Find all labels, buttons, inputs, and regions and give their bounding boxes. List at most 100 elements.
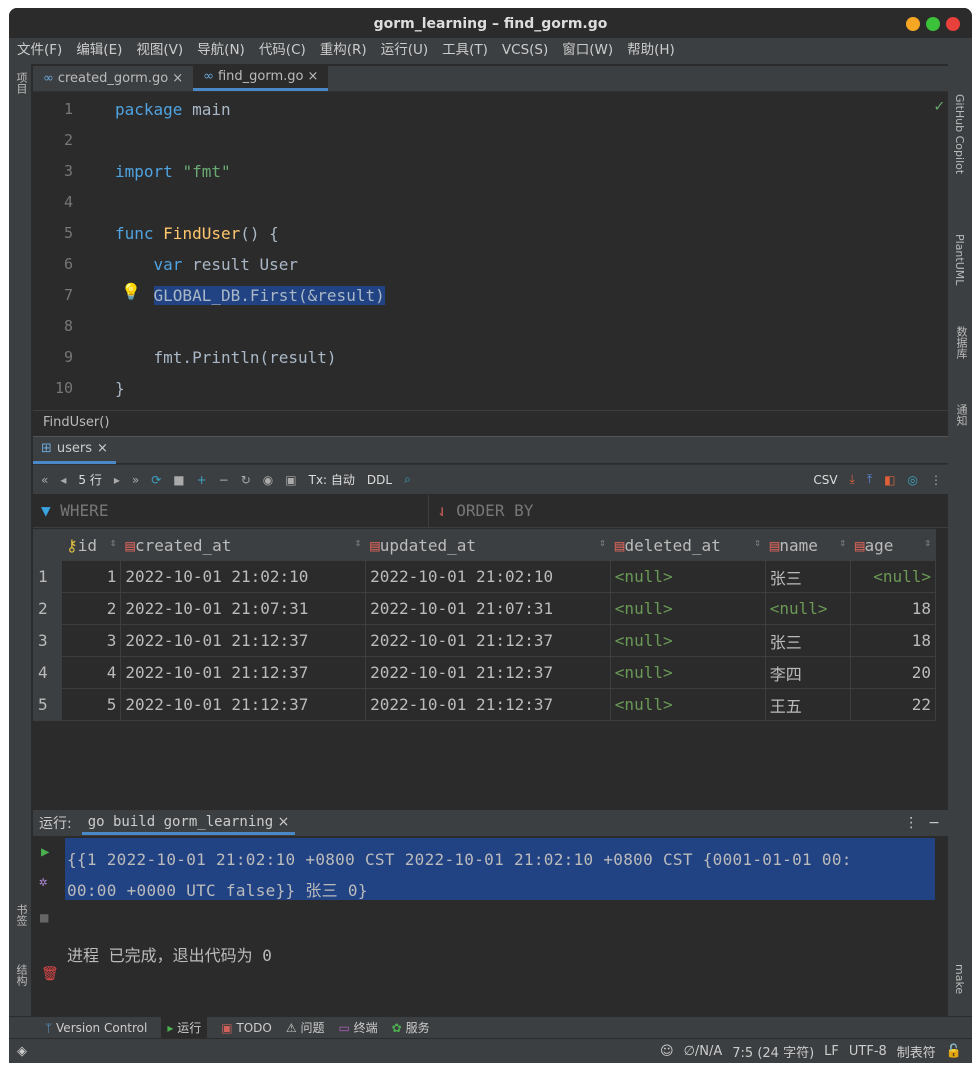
table-cell[interactable]: 2022-10-01 21:12:37 [120,688,367,721]
table-cell[interactable]: 张三 [764,624,851,657]
table-cell[interactable]: 18 [849,592,937,625]
table-row[interactable]: 1 1 2022-10-01 21:02:10 2022-10-01 21:02:10… [33,560,937,593]
table-cell[interactable]: 张三 [764,560,851,593]
row-number[interactable]: 5 [33,688,62,721]
sort-icon[interactable]: ⇕ [924,536,931,549]
tab-run-config[interactable]: go build gorm_learning × [81,812,296,835]
lock-icon[interactable]: 🔓 [946,1044,962,1059]
plantuml-tool-button[interactable]: PlantUML [953,234,966,285]
file-encoding[interactable]: UTF-8 [849,1044,887,1059]
table-cell[interactable]: 22 [849,688,937,721]
table-cell[interactable]: 3 [60,624,122,657]
indent-setting[interactable]: 制表符 [897,1042,936,1061]
sort-icon[interactable]: ⇕ [839,536,846,549]
row-number[interactable]: 2 [33,592,62,625]
prev-page-icon[interactable]: ◂ [60,473,66,487]
sort-icon[interactable]: ⇕ [599,536,606,549]
view-icon[interactable]: ◉ [263,473,273,487]
bottom-tool-4[interactable]: ▭ 终端 [338,1019,377,1036]
table-cell[interactable]: 2022-10-01 21:12:37 [365,688,611,721]
table-cell[interactable]: 2022-10-01 21:12:37 [365,656,611,689]
table-row[interactable]: 3 3 2022-10-01 21:12:37 2022-10-01 21:12:37… [33,624,937,657]
table-cell[interactable]: 2022-10-01 21:02:10 [365,560,611,593]
table-cell[interactable]: <null> [764,592,851,625]
bottom-tool-1[interactable]: ▸ 运行 [161,1017,208,1038]
menu-item[interactable]: 帮助(H) [627,38,675,64]
menu-item[interactable]: 文件(F) [17,38,62,64]
menu-item[interactable]: 视图(V) [136,38,183,64]
save-icon[interactable]: ▣ [285,473,296,487]
bottom-tool-0[interactable]: ᛘ Version Control [45,1021,147,1035]
table-row[interactable]: 4 4 2022-10-01 21:12:37 2022-10-01 21:12:37… [33,656,937,689]
refresh-icon[interactable]: ⟳ [151,473,161,487]
stop-icon[interactable]: ■ [40,910,48,926]
table-cell[interactable]: 1 [60,560,122,593]
last-page-icon[interactable]: » [132,473,139,487]
result-grid[interactable]: ⚷id ⇕ ▤created_at ⇕ ▤updated_at ⇕ ▤deleted_at ⇕… [33,529,937,721]
table-cell[interactable]: 5 [60,688,122,721]
breadcrumb[interactable]: FindUser() [33,410,948,434]
column-header-name[interactable]: ▤name ⇕ [764,529,851,561]
order-by-filter[interactable]: ⇃ ORDER BY [429,495,541,527]
copilot-tool-button[interactable]: GitHub Copilot [953,94,966,174]
bookmarks-tool-button[interactable]: 书签 [13,904,29,926]
notifications-tool-button[interactable]: 通知 [953,404,969,426]
table-cell[interactable]: 王五 [764,688,851,721]
table-cell[interactable]: 20 [849,656,937,689]
table-cell[interactable]: 18 [849,624,937,657]
make-tool-button[interactable]: make [953,964,966,994]
table-cell[interactable]: 2022-10-01 21:12:37 [365,624,611,657]
revert-icon[interactable]: ↻ [241,473,251,487]
table-cell[interactable]: <null> [849,560,937,593]
hide-panel-icon[interactable]: − [928,815,940,831]
table-cell[interactable]: 2022-10-01 21:07:31 [365,592,611,625]
sort-icon[interactable]: ⇕ [354,536,361,549]
menu-item[interactable]: 重构(R) [320,38,367,64]
close-tab-icon[interactable]: × [172,66,183,92]
next-page-icon[interactable]: ▸ [114,473,120,487]
table-cell[interactable]: 4 [60,656,122,689]
table-cell[interactable]: <null> [609,656,766,689]
tab-created-gorm[interactable]: ∞ created_gorm.go × [33,66,193,91]
menu-item[interactable]: 工具(T) [442,38,488,64]
close-tab-icon[interactable]: × [307,64,318,90]
menu-item[interactable]: 运行(U) [381,38,428,64]
row-number[interactable]: 1 [33,560,62,593]
menu-item[interactable]: VCS(S) [502,38,548,64]
minimize-button[interactable] [906,17,920,31]
add-row-icon[interactable]: + [197,473,207,487]
row-number[interactable]: 3 [33,624,62,657]
tab-find-gorm[interactable]: ∞ find_gorm.go × [193,64,329,91]
settings-icon[interactable]: ✲ [39,874,47,890]
more-icon[interactable]: ⋮ [904,815,918,831]
search-icon[interactable]: ⌕ [404,472,411,487]
ddl-button[interactable]: DDL [367,473,392,487]
table-cell[interactable]: 2 [60,592,122,625]
more-icon[interactable]: ⋮ [930,473,942,487]
close-button[interactable] [946,17,960,31]
column-header-id[interactable]: ⚷id ⇕ [60,529,122,561]
column-header-created_at[interactable]: ▤created_at ⇕ [120,529,367,561]
copilot-status-icon[interactable]: ☺ [660,1044,674,1059]
table-cell[interactable]: 2022-10-01 21:07:31 [120,592,367,625]
rows-selector[interactable]: 5 行 [78,471,101,488]
layers-icon[interactable]: ◈ [17,1044,27,1059]
table-cell[interactable]: <null> [609,624,766,657]
eye-icon[interactable]: ◎ [908,473,918,487]
structure-tool-button[interactable]: 结构 [13,964,29,986]
rerun-icon[interactable]: ▶ [41,844,49,860]
stop-icon[interactable]: ■ [173,473,184,487]
code-editor[interactable]: ✓ 💡 1 package main 2 3 import "fmt" 4 5 func Fi… [33,92,944,410]
menu-item[interactable]: 代码(C) [259,38,306,64]
column-header-deleted_at[interactable]: ▤deleted_at ⇕ [609,529,766,561]
remove-row-icon[interactable]: − [219,473,229,487]
tab-users[interactable]: ⊞ users × [33,437,116,464]
table-cell[interactable]: <null> [609,688,766,721]
database-tool-button[interactable]: 数据库 [953,326,969,359]
table-cell[interactable]: 2022-10-01 21:02:10 [120,560,367,593]
table-cell[interactable]: <null> [609,560,766,593]
close-tab-icon[interactable]: × [97,437,108,461]
column-header-age[interactable]: ▤age ⇕ [849,529,937,561]
table-cell[interactable]: 2022-10-01 21:12:37 [120,656,367,689]
import-icon[interactable]: ⤒ [867,472,872,487]
